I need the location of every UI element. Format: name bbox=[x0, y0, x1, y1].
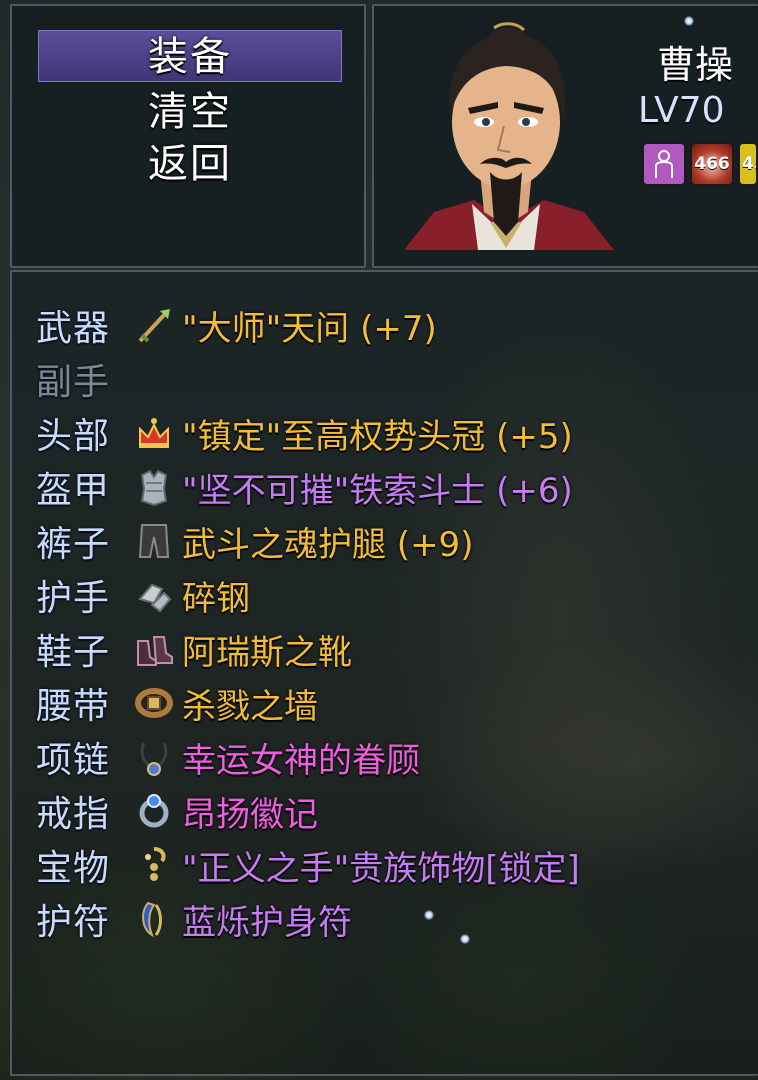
equip-row-armor[interactable]: 盔甲 "坚不可摧"铁索斗士 (+6) bbox=[36, 460, 756, 514]
equipped-item-name: 杀戮之墙 bbox=[182, 686, 318, 727]
belt-icon bbox=[132, 681, 176, 725]
equipped-item-name: "镇定"至高权势头冠 (+5) bbox=[182, 416, 573, 457]
hero-portrait bbox=[404, 22, 614, 250]
armor-icon bbox=[132, 465, 176, 509]
menu-item-clear[interactable]: 清空 bbox=[38, 86, 342, 138]
swirl-icon[interactable]: 466 bbox=[690, 142, 734, 186]
slot-label: 戒指 bbox=[36, 794, 111, 835]
slot-label: 腰带 bbox=[36, 686, 111, 727]
equipped-item-name: 昂扬徽记 bbox=[182, 794, 318, 835]
pants-icon bbox=[132, 519, 176, 563]
slot-label: 头部 bbox=[36, 416, 111, 457]
sparkle-decoration bbox=[424, 910, 434, 920]
equip-row-treasure[interactable]: 宝物 "正义之手"贵族饰物[锁定] bbox=[36, 838, 756, 892]
equipped-item-name: "坚不可摧"铁索斗士 (+6) bbox=[182, 470, 573, 511]
equip-row-weapon[interactable]: 武器 "大师"天问 (+7) bbox=[36, 298, 756, 352]
menu-item-equip[interactable]: 装备 bbox=[38, 30, 342, 82]
slot-label: 宝物 bbox=[36, 848, 111, 889]
equipped-item-name: "大师"天问 (+7) bbox=[182, 308, 437, 349]
gold-badge-icon[interactable]: 45 bbox=[738, 142, 758, 186]
slot-label: 护手 bbox=[36, 578, 111, 619]
crown-icon bbox=[132, 411, 176, 455]
equipped-item-name: 幸运女神的眷顾 bbox=[182, 740, 420, 781]
equip-row-belt[interactable]: 腰带 杀戮之墙 bbox=[36, 676, 756, 730]
equipped-item-name: 武斗之魂护腿 (+9) bbox=[182, 524, 474, 565]
sparkle-decoration bbox=[460, 934, 470, 944]
gauntlet-icon bbox=[132, 573, 176, 617]
slot-label: 项链 bbox=[36, 740, 111, 781]
silhouette-icon-glyph bbox=[655, 150, 673, 178]
equip-row-legs[interactable]: 裤子 武斗之魂护腿 (+9) bbox=[36, 514, 756, 568]
equipped-item-name: "正义之手"贵族饰物[锁定] bbox=[182, 848, 580, 889]
menu-item-back[interactable]: 返回 bbox=[38, 138, 342, 190]
slot-label: 护符 bbox=[36, 902, 111, 943]
silhouette-icon[interactable] bbox=[642, 142, 686, 186]
slot-label: 鞋子 bbox=[36, 632, 111, 673]
equip-row-offhand[interactable]: 副手 bbox=[36, 352, 756, 406]
equipped-item-name: 碎钢 bbox=[182, 578, 250, 619]
boots-icon bbox=[132, 627, 176, 671]
equip-row-amulet[interactable]: 护符 蓝烁护身符 bbox=[36, 892, 756, 946]
command-menu: 装备 清空 返回 bbox=[10, 4, 366, 268]
hero-level: LV70 bbox=[638, 90, 725, 131]
equipped-item-name: 阿瑞斯之靴 bbox=[182, 632, 352, 673]
equip-row-necklace[interactable]: 项链 幸运女神的眷顾 bbox=[36, 730, 756, 784]
slot-label: 裤子 bbox=[36, 524, 111, 565]
slot-label: 副手 bbox=[36, 362, 111, 403]
hero-info-panel: 曹操 LV70 466 45 bbox=[372, 4, 758, 268]
equip-row-boots[interactable]: 鞋子 阿瑞斯之靴 bbox=[36, 622, 756, 676]
treasure-icon bbox=[132, 843, 176, 887]
equipped-item-name: 蓝烁护身符 bbox=[182, 902, 352, 943]
slot-label: 武器 bbox=[36, 308, 111, 349]
equip-row-hands[interactable]: 护手 碎钢 bbox=[36, 568, 756, 622]
equip-row-head[interactable]: 头部 "镇定"至高权势头冠 (+5) bbox=[36, 406, 756, 460]
sparkle-decoration bbox=[684, 16, 694, 26]
necklace-icon bbox=[132, 735, 176, 779]
amulet-icon bbox=[132, 897, 176, 941]
equip-row-ring[interactable]: 戒指 昂扬徽记 bbox=[36, 784, 756, 838]
slot-label: 盔甲 bbox=[36, 470, 111, 511]
sword-icon bbox=[132, 303, 176, 347]
ring-icon bbox=[132, 789, 176, 833]
hero-name: 曹操 bbox=[656, 43, 733, 87]
